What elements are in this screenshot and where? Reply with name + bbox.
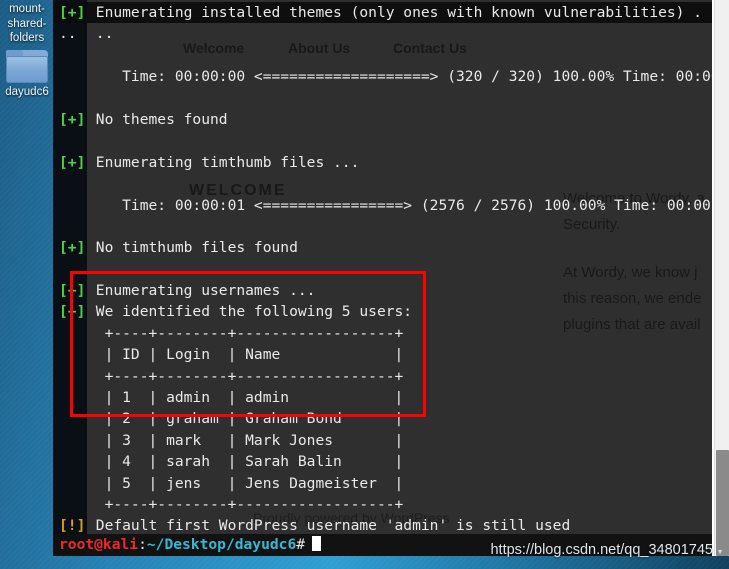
terminal-window[interactable]: [+] Enumerating installed themes (only o… <box>53 0 712 556</box>
desktop-icon-dayudc6[interactable]: dayudc6 <box>0 49 54 100</box>
browser-scrollbar-thumb[interactable] <box>716 450 729 556</box>
terminal-line-text: Time: 00:00:00 <===================> (32… <box>87 68 712 86</box>
terminal-line: Time: 00:00:01 <================> (2576 … <box>53 195 712 216</box>
terminal-line-text: Default first WordPress username 'admin'… <box>87 517 571 535</box>
terminal-line-text: | 4 | sarah | Sarah Balin | <box>87 453 404 471</box>
terminal-line-text: +----+--------+------------------+ <box>87 367 404 385</box>
terminal-line: +----+--------+------------------+ <box>53 366 712 387</box>
prompt-user-host: root@kali <box>59 536 139 553</box>
folder-icon <box>6 49 48 83</box>
terminal-line: [+] No timthumb files found <box>53 237 712 258</box>
terminal-line: +----+--------+------------------+ <box>53 494 712 515</box>
watermark-arrow-icon: ▾ <box>716 545 724 558</box>
terminal-line: | ID | Login | Name | <box>53 344 712 365</box>
terminal-line: [+] Enumerating usernames ... <box>53 280 712 301</box>
terminal-line-text <box>87 261 96 278</box>
terminal-line-text: .. <box>87 25 114 43</box>
terminal-line: [+] We identified the following 5 users: <box>53 301 712 322</box>
terminal-line-text: Time: 00:00:01 <================> (2576 … <box>87 196 712 214</box>
prompt-path: ~/Desktop/dayudc6 <box>146 536 297 553</box>
terminal-line: | 4 | sarah | Sarah Balin | <box>53 451 712 472</box>
desktop-icon-mount-shared-folders[interactable]: mount-shared-folders <box>0 2 54 46</box>
terminal-line-text <box>87 175 96 192</box>
terminal-line-text: | 5 | jens | Jens Dagmeister | <box>87 474 404 492</box>
line-gutter-spacer: .. <box>59 25 77 43</box>
terminal-line-text: | 2 | graham | Graham Bond | <box>87 410 404 428</box>
terminal-line-text: +----+--------+------------------+ <box>87 324 404 342</box>
terminal-line: [+] Enumerating timthumb files ... <box>53 152 712 173</box>
terminal-line-text: No themes found <box>87 110 228 128</box>
terminal-line-text <box>87 132 96 149</box>
terminal-line <box>53 88 712 109</box>
terminal-line: | 5 | jens | Jens Dagmeister | <box>53 473 712 494</box>
terminal-line <box>53 130 712 151</box>
terminal-line-text: Enumerating installed themes (only ones … <box>87 4 703 21</box>
terminal-line: | 1 | admin | admin | <box>53 387 712 408</box>
terminal-line-text: | 3 | mark | Mark Jones | <box>87 431 404 449</box>
status-ok-marker: [+] <box>59 239 86 257</box>
terminal-cursor <box>312 536 322 551</box>
terminal-line: [+] Enumerating installed themes (only o… <box>53 2 712 24</box>
status-ok-marker: [+] <box>59 153 86 171</box>
browser-scrollbar[interactable] <box>714 0 729 556</box>
terminal-line-text: Enumerating timthumb files ... <box>87 153 360 171</box>
terminal-line <box>53 259 712 280</box>
desktop-icon-label: dayudc6 <box>5 85 49 98</box>
csdn-watermark: https://blog.csdn.net/qq_34801745 <box>490 542 713 558</box>
terminal-line-text: | ID | Login | Name | <box>87 346 404 364</box>
terminal-output: [+] Enumerating installed themes (only o… <box>53 0 712 556</box>
status-ok-marker: [+] <box>59 4 86 21</box>
terminal-line-text: +----+--------+------------------+ <box>87 495 404 513</box>
terminal-line-text <box>87 47 96 64</box>
terminal-line-text: | 1 | admin | admin | <box>87 389 404 407</box>
terminal-line <box>53 216 712 237</box>
terminal-line <box>53 45 712 66</box>
terminal-line: | 2 | graham | Graham Bond | <box>53 408 712 429</box>
terminal-line: +----+--------+------------------+ <box>53 323 712 344</box>
status-ok-marker: [+] <box>59 303 86 321</box>
desktop-icon-label: mount-shared-folders <box>7 3 47 44</box>
terminal-line-text: Enumerating usernames ... <box>87 282 316 300</box>
terminal-line: .. .. <box>53 23 712 44</box>
terminal-line: [+] No themes found <box>53 109 712 130</box>
terminal-line-text: We identified the following 5 users: <box>87 303 413 321</box>
terminal-line-text <box>87 218 96 235</box>
status-ok-marker: [+] <box>59 282 86 300</box>
status-ok-marker: [+] <box>59 110 86 128</box>
terminal-line-text <box>87 90 96 107</box>
desktop-icon-column: mount-shared-folders dayudc6 <box>0 0 54 569</box>
terminal-line: Time: 00:00:00 <===================> (32… <box>53 66 712 87</box>
terminal-line-text: No timthumb files found <box>87 239 298 257</box>
terminal-line <box>53 173 712 194</box>
terminal-line: | 3 | mark | Mark Jones | <box>53 430 712 451</box>
prompt-colon: : <box>138 536 147 553</box>
prompt-symbol: # <box>296 536 306 553</box>
